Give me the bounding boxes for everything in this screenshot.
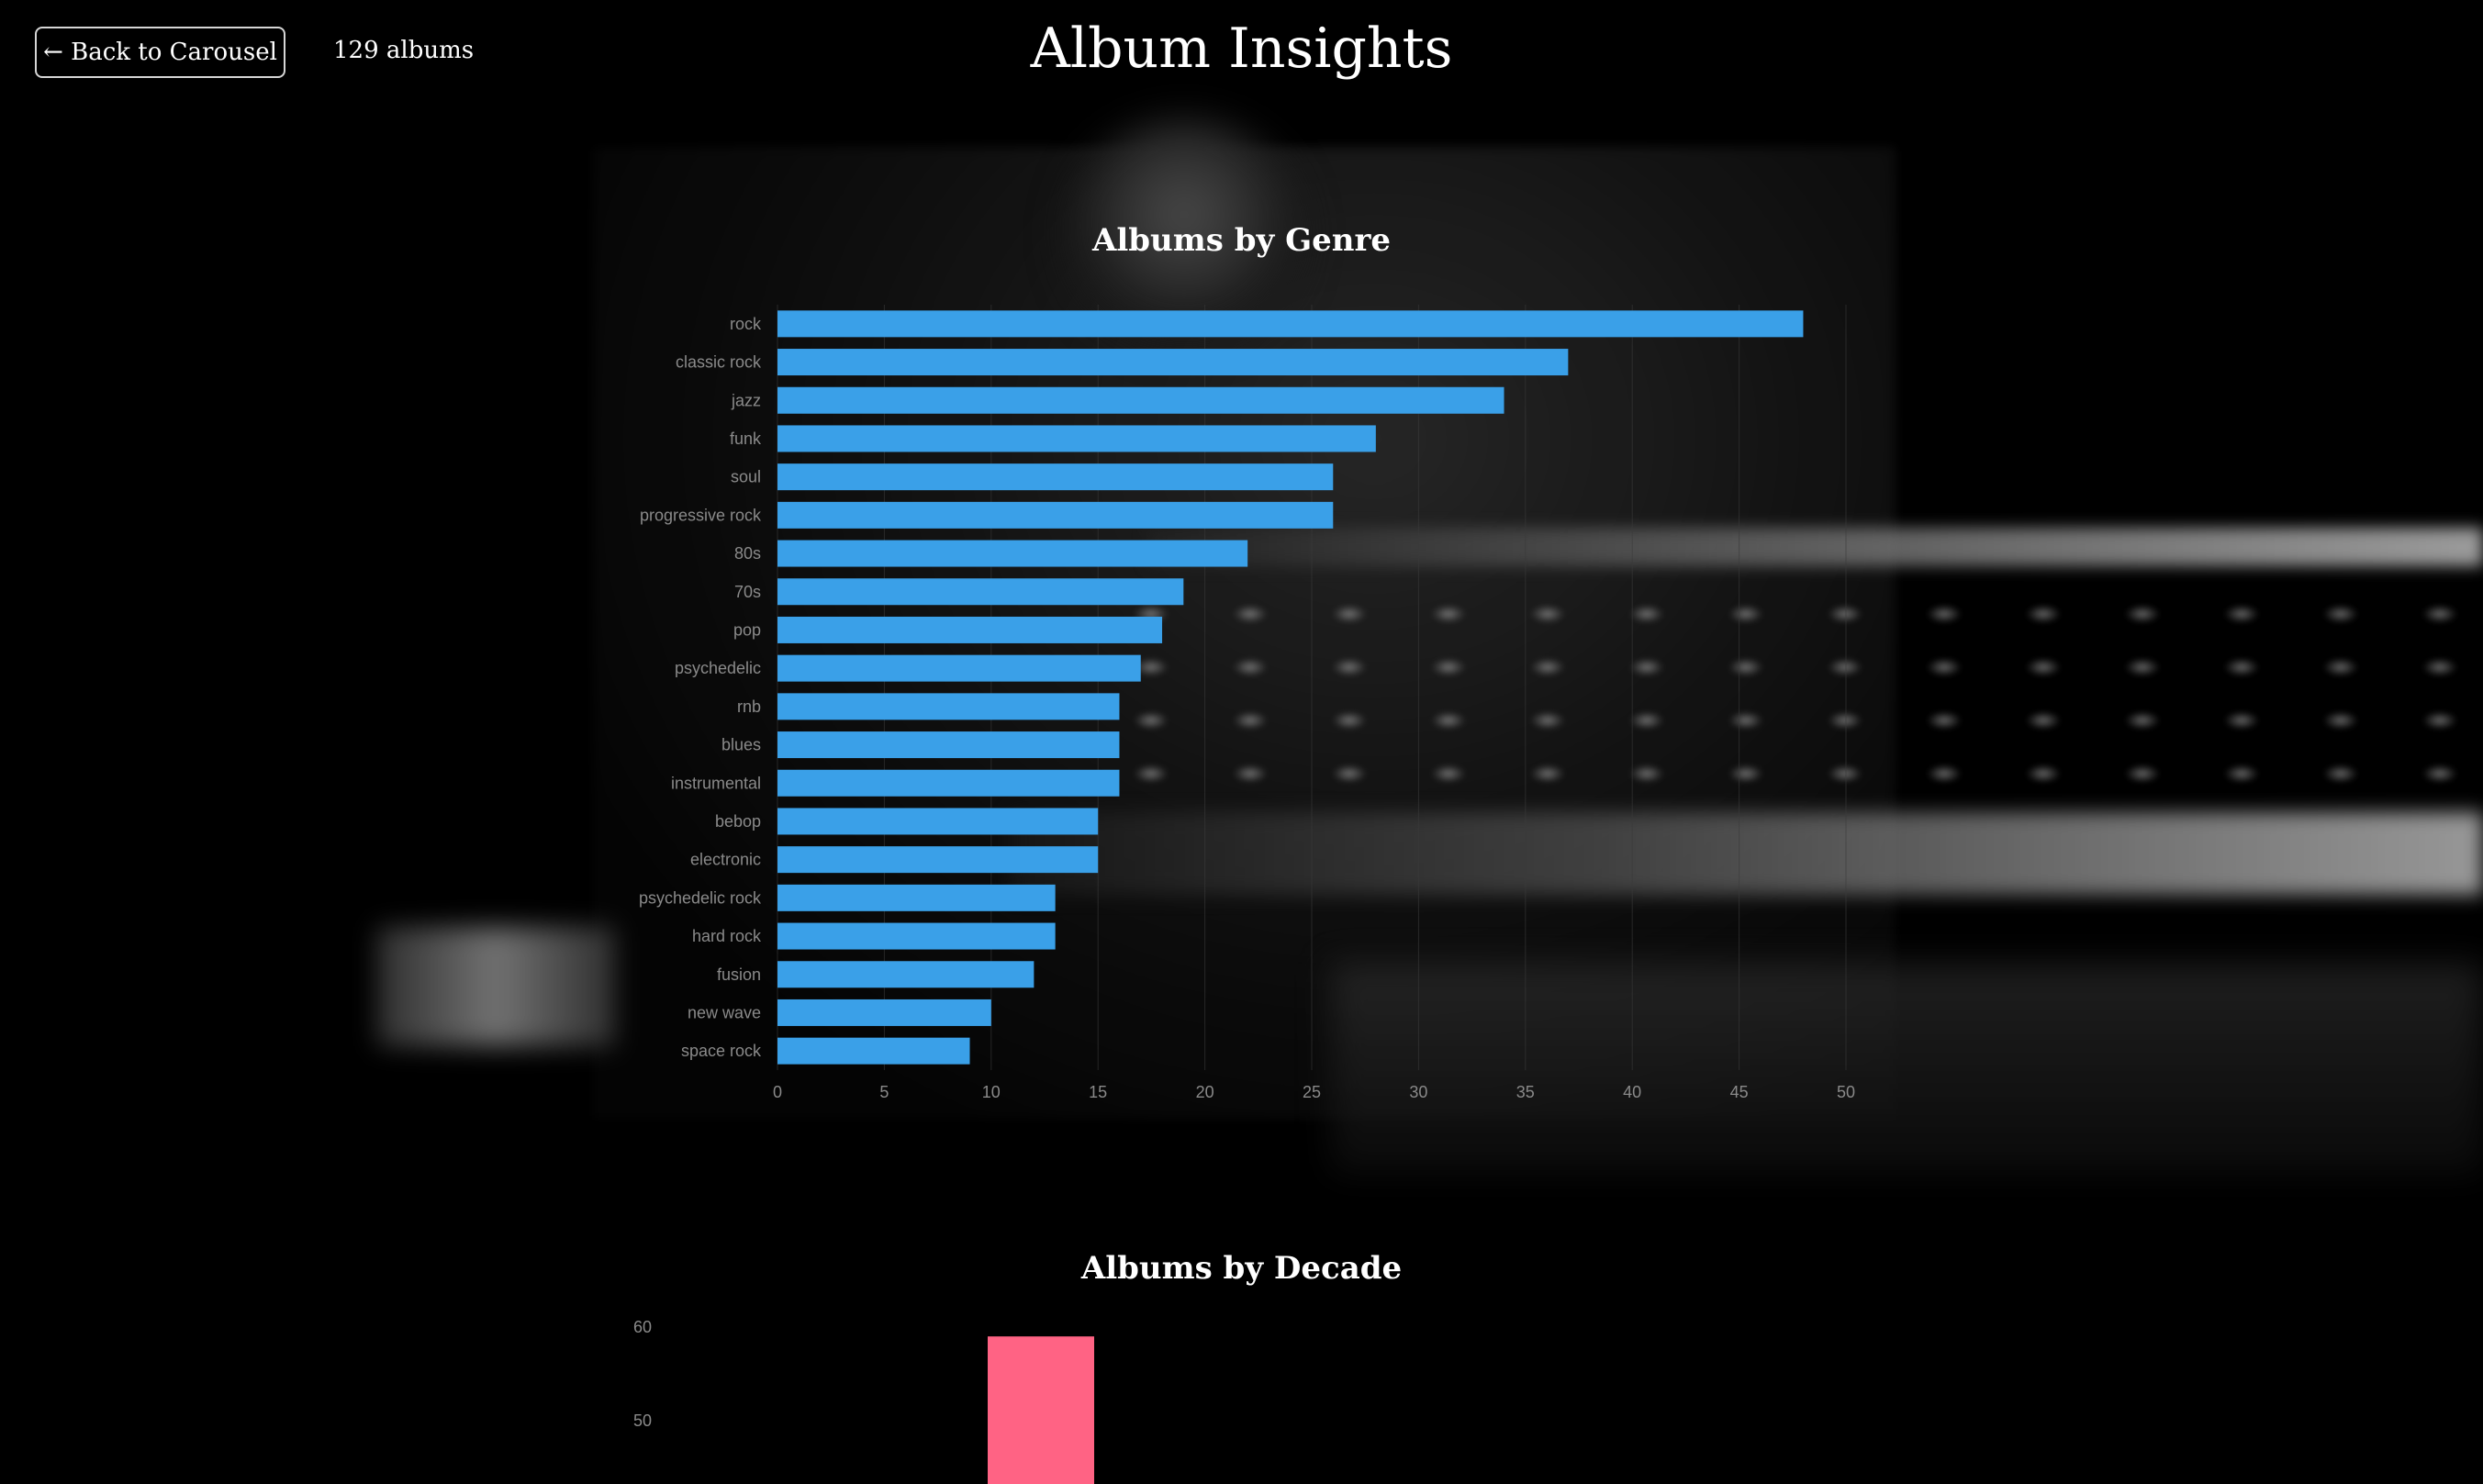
decade-bar-0: [988, 1336, 1094, 1484]
decade-bar-chart: 60 50: [633, 1318, 1094, 1484]
decade-y-tick-label: 60: [633, 1318, 652, 1336]
decade-y-tick-label: 50: [633, 1411, 652, 1430]
